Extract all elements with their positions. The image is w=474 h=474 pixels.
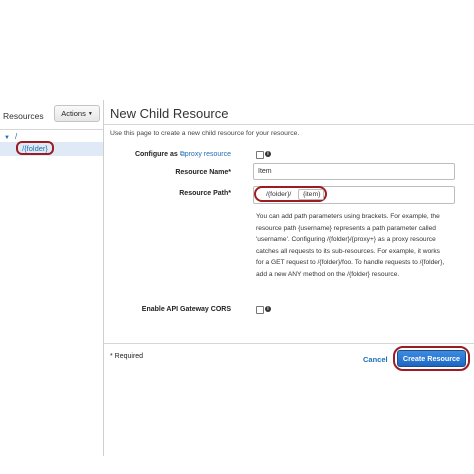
tree-item-folder[interactable]: /{folder} [16, 141, 54, 155]
header-divider [104, 124, 474, 125]
resource-name-label: Resource Name* [175, 169, 231, 176]
configure-as-text: Configure as [134, 151, 178, 158]
enable-cors-label: Enable API Gateway CORS [141, 306, 231, 313]
cancel-button[interactable]: Cancel [363, 355, 388, 364]
proxy-resource-checkbox[interactable] [256, 151, 264, 159]
configure-as-label: Configure as ⧉proxy resource [100, 151, 231, 159]
sidebar-divider [0, 129, 103, 130]
resource-name-input[interactable]: Item [253, 163, 455, 180]
resource-path-help-text: You can add path parameters using bracke… [256, 211, 466, 281]
resource-path-input[interactable]: {item} [298, 189, 324, 200]
resource-path-label: Resource Path* [179, 190, 231, 197]
page-title: New Child Resource [110, 106, 229, 121]
actions-button-label: Actions [61, 109, 86, 118]
help-line: You can add path parameters using bracke… [256, 213, 440, 220]
required-note: * Required [110, 353, 144, 360]
info-icon[interactable]: i [265, 151, 271, 157]
create-resource-button[interactable]: Create Resource [397, 350, 466, 367]
create-resource-button-label: Create Resource [402, 354, 461, 363]
help-line: resource path {username} represents a pa… [256, 224, 436, 232]
tree-item-root-label: / [14, 132, 18, 141]
tree-item-folder-label: /{folder} [22, 143, 48, 153]
footer-divider [104, 343, 474, 344]
intro-text: Use this page to create a new child reso… [110, 130, 300, 137]
expand-arrow-icon[interactable]: ▼ [4, 135, 10, 141]
resource-path-prefix: /{folder}/ [266, 191, 292, 198]
tree-item-root[interactable]: ▼ / [4, 132, 17, 141]
help-line: 'username'. Configuring /{folder}/{proxy… [256, 236, 436, 244]
proxy-resource-link[interactable]: proxy resource [185, 151, 231, 158]
caret-down-icon: ▼ [87, 110, 93, 117]
enable-cors-checkbox[interactable] [256, 306, 264, 314]
help-line: add a new ANY method on the /{folder} re… [256, 270, 400, 278]
actions-dropdown-button[interactable]: Actions ▼ [54, 105, 100, 122]
help-line: catches all requests to its sub-resource… [256, 247, 440, 255]
sidebar-title: Resources [3, 111, 44, 121]
help-line: for a GET request to /{folder}/foo. To h… [256, 259, 445, 267]
info-icon[interactable]: i [265, 306, 271, 312]
